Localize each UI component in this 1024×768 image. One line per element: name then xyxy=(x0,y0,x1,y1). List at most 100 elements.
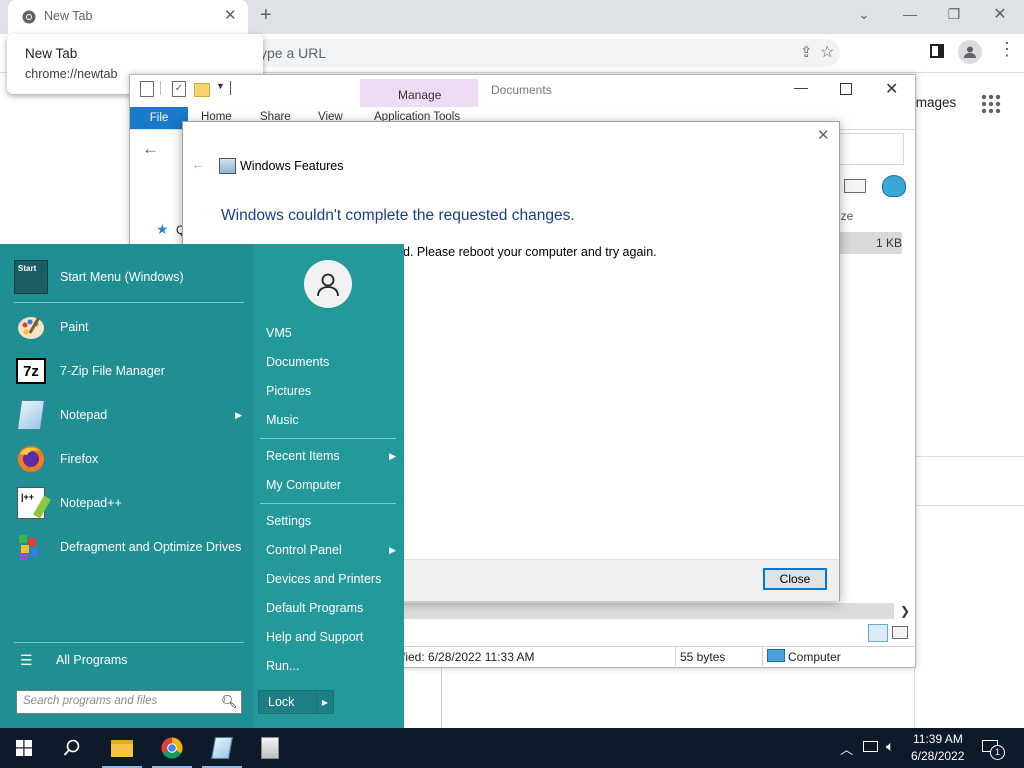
close-window-icon[interactable]: ✕ xyxy=(986,0,1014,28)
right-separator-2 xyxy=(260,503,396,504)
start-menu: Start Start Menu (Windows) Paint 7z 7-Zi… xyxy=(0,244,404,728)
explorer-maximize-icon[interactable] xyxy=(840,83,852,95)
start-button[interactable] xyxy=(0,728,48,768)
folder-icon xyxy=(111,739,133,757)
right-item-documents[interactable]: Documents xyxy=(266,351,400,373)
checkmark-doc-icon[interactable]: ✓ xyxy=(172,81,186,97)
dialog-message: d. Please reboot your computer and try a… xyxy=(403,245,657,259)
right-item-help-support[interactable]: Help and Support xyxy=(266,626,400,648)
ribbon-tab-file[interactable]: File xyxy=(130,107,188,129)
windows-features-icon xyxy=(219,158,236,174)
all-programs-button[interactable]: ☰ All Programs xyxy=(14,648,244,672)
new-tab-icon[interactable]: + xyxy=(260,4,272,27)
back-arrow-icon[interactable]: ← xyxy=(142,139,159,159)
quick-access-star-icon[interactable]: ★ xyxy=(156,221,169,238)
right-item-label: Documents xyxy=(266,355,330,369)
right-item-label: Default Programs xyxy=(266,601,364,615)
large-icons-view-icon[interactable] xyxy=(892,626,908,639)
taskbar-chrome[interactable] xyxy=(148,728,196,768)
all-programs-separator xyxy=(14,642,244,643)
right-item-settings[interactable]: Settings xyxy=(266,510,400,532)
details-view-icon[interactable] xyxy=(868,624,888,642)
pinned-defrag[interactable]: Defragment and Optimize Drives xyxy=(14,527,250,567)
restore-icon[interactable]: ❐ xyxy=(940,0,968,28)
right-item-my-computer[interactable]: My Computer xyxy=(266,474,400,496)
background-panel-rule xyxy=(914,505,1024,506)
pinned-start-menu-windows[interactable]: Start Start Menu (Windows) xyxy=(14,257,250,297)
pinned-notepadpp[interactable]: |++ Notepad++ xyxy=(14,483,250,523)
clock-time[interactable]: 11:39 AM xyxy=(913,732,963,746)
search-icon xyxy=(63,739,80,756)
pinned-7zip[interactable]: 7z 7-Zip File Manager xyxy=(14,351,250,391)
user-name-link[interactable]: VM5 xyxy=(266,322,400,344)
search-icon: 🔍︎ xyxy=(221,694,238,709)
explorer-close-icon[interactable]: ✕ xyxy=(885,79,898,99)
status-size: 55 bytes xyxy=(680,650,726,664)
pinned-label: Paint xyxy=(60,320,89,334)
status-divider-2 xyxy=(762,646,763,666)
right-item-pictures[interactable]: Pictures xyxy=(266,380,400,402)
right-item-music[interactable]: Music xyxy=(266,409,400,431)
share-icon[interactable]: ⇪ xyxy=(800,43,813,61)
profile-avatar-icon[interactable] xyxy=(958,40,982,64)
start-menu-right-pane: VM5 Documents Pictures Music Recent Item… xyxy=(254,244,404,728)
right-item-label: Settings xyxy=(266,514,312,528)
pinned-notepad[interactable]: Notepad ▶ xyxy=(14,395,250,435)
tab-close-icon[interactable]: ✕ xyxy=(224,6,237,24)
pinned-firefox[interactable]: Firefox xyxy=(14,439,250,479)
show-hidden-icons-icon[interactable]: ︿ xyxy=(840,739,853,758)
right-item-recent-items[interactable]: Recent Items ▶ xyxy=(266,445,400,467)
taskbar-windows-features[interactable] xyxy=(246,728,294,768)
taskbar: ︿ 🔈︎ 11:39 AM 6/28/2022 1 xyxy=(0,728,1024,768)
right-item-run[interactable]: Run... xyxy=(266,655,400,677)
taskbar-file-explorer[interactable] xyxy=(98,728,146,768)
pinned-paint[interactable]: Paint xyxy=(14,307,250,347)
search-box[interactable] xyxy=(838,133,904,165)
computer-icon xyxy=(767,649,785,662)
minimize-icon[interactable]: — xyxy=(896,0,924,28)
power-options-arrow-button[interactable]: ▶ xyxy=(316,690,334,714)
taskbar-search-button[interactable] xyxy=(48,728,96,768)
horizontal-scrollbar[interactable] xyxy=(404,603,894,619)
explorer-minimize-icon[interactable]: — xyxy=(794,79,808,95)
bookmark-star-icon[interactable]: ☆ xyxy=(820,42,834,62)
column-header-size[interactable]: ize xyxy=(838,209,853,223)
scroll-right-arrow-icon[interactable]: ❯ xyxy=(900,604,910,618)
properties-icon[interactable] xyxy=(140,81,154,97)
side-panel-icon[interactable] xyxy=(930,44,944,58)
chrome-tab[interactable]: New Tab ✕ xyxy=(8,0,248,34)
right-item-control-panel[interactable]: Control Panel ▶ xyxy=(266,539,400,561)
preview-pane-icon[interactable] xyxy=(844,179,866,193)
notepadpp-icon: |++ xyxy=(14,486,51,520)
hover-card-title: New Tab xyxy=(25,46,78,61)
window-title: Documents xyxy=(491,83,552,97)
network-icon[interactable] xyxy=(863,741,878,752)
qat-dropdown-icon[interactable]: ▼ xyxy=(216,81,225,91)
dialog-close-icon[interactable]: ✕ xyxy=(817,126,830,144)
right-item-devices-printers[interactable]: Devices and Printers xyxy=(266,568,400,590)
start-menu-left-pane: Start Start Menu (Windows) Paint 7z 7-Zi… xyxy=(0,244,254,728)
user-icon xyxy=(317,273,339,297)
user-avatar[interactable] xyxy=(304,260,352,308)
submenu-arrow-icon: ▶ xyxy=(389,450,396,461)
right-item-default-programs[interactable]: Default Programs xyxy=(266,597,400,619)
lock-button[interactable]: Lock xyxy=(258,690,318,714)
chrome-menu-icon[interactable]: ⋮ xyxy=(998,40,1016,58)
tab-search-icon[interactable]: ⌄ xyxy=(850,0,878,28)
images-link[interactable]: Images xyxy=(912,95,956,110)
start-menu-icon: Start xyxy=(14,260,48,294)
notification-count-badge: 1 xyxy=(990,745,1005,760)
all-programs-label: All Programs xyxy=(56,653,128,667)
search-programs-input[interactable]: Search programs and files 🔍︎ xyxy=(16,690,242,714)
volume-icon[interactable]: 🔈︎ xyxy=(886,738,894,755)
shell-icon[interactable] xyxy=(882,175,906,197)
new-folder-icon[interactable] xyxy=(194,83,210,97)
status-location: Computer xyxy=(788,650,841,664)
close-button[interactable]: Close xyxy=(763,568,827,590)
notepad-icon xyxy=(211,737,233,759)
taskbar-notepad[interactable] xyxy=(198,728,246,768)
action-center-button[interactable]: 1 xyxy=(980,738,1005,760)
clock-date[interactable]: 6/28/2022 xyxy=(911,749,964,763)
apps-grid-icon[interactable] xyxy=(981,94,1001,114)
right-item-label: Help and Support xyxy=(266,630,364,644)
